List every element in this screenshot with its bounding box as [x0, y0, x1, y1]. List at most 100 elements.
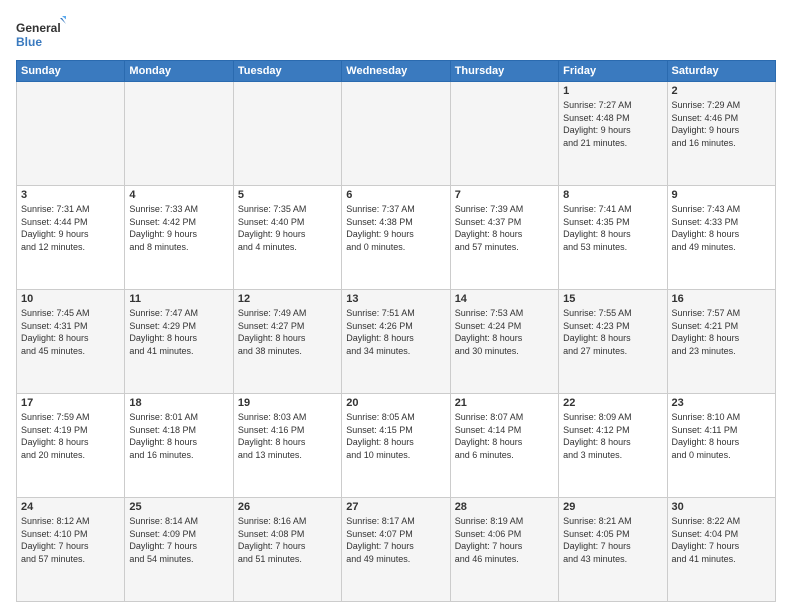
calendar-cell: 24 Sunrise: 8:12 AM Sunset: 4:10 PM Dayli…	[17, 498, 125, 602]
day-number: 8	[563, 189, 662, 201]
svg-text:Blue: Blue	[16, 35, 42, 49]
day-number: 30	[672, 501, 771, 513]
day-number: 4	[129, 189, 228, 201]
calendar-cell: 27Sunrise: 8:17 AM Sunset: 4:07 PM Dayli…	[342, 498, 450, 602]
svg-text:General: General	[16, 21, 61, 35]
calendar-cell: 17 Sunrise: 7:59 AM Sunset: 4:19 PM Dayli…	[17, 394, 125, 498]
day-number: 13	[346, 293, 445, 305]
weekday-header: Sunday	[17, 61, 125, 82]
day-info: Sunrise: 7:39 AM Sunset: 4:37 PM Dayligh…	[455, 203, 554, 253]
weekday-header: Friday	[559, 61, 667, 82]
day-info: Sunrise: 8:16 AM Sunset: 4:08 PM Dayligh…	[238, 515, 337, 565]
day-number: 25	[129, 501, 228, 513]
day-number: 26	[238, 501, 337, 513]
calendar-cell: 5 Sunrise: 7:35 AM Sunset: 4:40 PM Daylig…	[233, 186, 341, 290]
day-number: 9	[672, 189, 771, 201]
calendar-cell: 11 Sunrise: 7:47 AM Sunset: 4:29 PM Dayli…	[125, 290, 233, 394]
day-number: 18	[129, 397, 228, 409]
calendar-cell: 29 Sunrise: 8:21 AM Sunset: 4:05 PM Dayli…	[559, 498, 667, 602]
calendar-cell: 16 Sunrise: 7:57 AM Sunset: 4:21 PM Dayli…	[667, 290, 775, 394]
weekday-header: Wednesday	[342, 61, 450, 82]
day-info: Sunrise: 8:14 AM Sunset: 4:09 PM Dayligh…	[129, 515, 228, 565]
day-info: Sunrise: 8:07 AM Sunset: 4:14 PM Dayligh…	[455, 411, 554, 461]
day-info: Sunrise: 8:10 AM Sunset: 4:11 PM Dayligh…	[672, 411, 771, 461]
day-info: Sunrise: 7:59 AM Sunset: 4:19 PM Dayligh…	[21, 411, 120, 461]
day-number: 1	[563, 85, 662, 97]
logo: General Blue	[16, 16, 66, 54]
day-info: Sunrise: 8:09 AM Sunset: 4:12 PM Dayligh…	[563, 411, 662, 461]
day-info: Sunrise: 8:21 AM Sunset: 4:05 PM Dayligh…	[563, 515, 662, 565]
day-number: 16	[672, 293, 771, 305]
calendar-cell: 13Sunrise: 7:51 AM Sunset: 4:26 PM Dayli…	[342, 290, 450, 394]
day-number: 17	[21, 397, 120, 409]
calendar-cell: 28Sunrise: 8:19 AM Sunset: 4:06 PM Dayli…	[450, 498, 558, 602]
day-number: 6	[346, 189, 445, 201]
day-number: 15	[563, 293, 662, 305]
day-info: Sunrise: 7:47 AM Sunset: 4:29 PM Dayligh…	[129, 307, 228, 357]
day-number: 3	[21, 189, 120, 201]
calendar-cell: 6Sunrise: 7:37 AM Sunset: 4:38 PM Daylig…	[342, 186, 450, 290]
calendar-cell: 2Sunrise: 7:29 AM Sunset: 4:46 PM Daylig…	[667, 82, 775, 186]
calendar-week-row: 1 Sunrise: 7:27 AM Sunset: 4:48 PM Daylig…	[17, 82, 776, 186]
day-number: 22	[563, 397, 662, 409]
calendar-cell: 18 Sunrise: 8:01 AM Sunset: 4:18 PM Dayli…	[125, 394, 233, 498]
calendar-cell: 14 Sunrise: 7:53 AM Sunset: 4:24 PM Dayli…	[450, 290, 558, 394]
header: General Blue	[16, 16, 776, 54]
day-info: Sunrise: 7:43 AM Sunset: 4:33 PM Dayligh…	[672, 203, 771, 253]
weekday-header: Thursday	[450, 61, 558, 82]
day-info: Sunrise: 7:41 AM Sunset: 4:35 PM Dayligh…	[563, 203, 662, 253]
calendar-week-row: 24 Sunrise: 8:12 AM Sunset: 4:10 PM Dayli…	[17, 498, 776, 602]
day-info: Sunrise: 7:27 AM Sunset: 4:48 PM Dayligh…	[563, 99, 662, 149]
day-info: Sunrise: 8:22 AM Sunset: 4:04 PM Dayligh…	[672, 515, 771, 565]
calendar-header: SundayMondayTuesdayWednesdayThursdayFrid…	[17, 61, 776, 82]
calendar-cell	[233, 82, 341, 186]
calendar-week-row: 17 Sunrise: 7:59 AM Sunset: 4:19 PM Dayli…	[17, 394, 776, 498]
calendar-week-row: 3 Sunrise: 7:31 AM Sunset: 4:44 PM Daylig…	[17, 186, 776, 290]
weekday-header: Tuesday	[233, 61, 341, 82]
logo-svg: General Blue	[16, 16, 66, 54]
day-number: 24	[21, 501, 120, 513]
calendar-cell: 1 Sunrise: 7:27 AM Sunset: 4:48 PM Daylig…	[559, 82, 667, 186]
day-info: Sunrise: 8:12 AM Sunset: 4:10 PM Dayligh…	[21, 515, 120, 565]
day-number: 12	[238, 293, 337, 305]
day-info: Sunrise: 7:35 AM Sunset: 4:40 PM Dayligh…	[238, 203, 337, 253]
calendar-cell: 30 Sunrise: 8:22 AM Sunset: 4:04 PM Dayli…	[667, 498, 775, 602]
day-number: 10	[21, 293, 120, 305]
weekday-header: Monday	[125, 61, 233, 82]
day-info: Sunrise: 8:01 AM Sunset: 4:18 PM Dayligh…	[129, 411, 228, 461]
day-info: Sunrise: 7:33 AM Sunset: 4:42 PM Dayligh…	[129, 203, 228, 253]
day-number: 29	[563, 501, 662, 513]
calendar-cell: 15Sunrise: 7:55 AM Sunset: 4:23 PM Dayli…	[559, 290, 667, 394]
calendar-cell: 3 Sunrise: 7:31 AM Sunset: 4:44 PM Daylig…	[17, 186, 125, 290]
day-info: Sunrise: 8:19 AM Sunset: 4:06 PM Dayligh…	[455, 515, 554, 565]
calendar-cell: 9 Sunrise: 7:43 AM Sunset: 4:33 PM Daylig…	[667, 186, 775, 290]
day-number: 21	[455, 397, 554, 409]
day-info: Sunrise: 7:31 AM Sunset: 4:44 PM Dayligh…	[21, 203, 120, 253]
weekday-row: SundayMondayTuesdayWednesdayThursdayFrid…	[17, 61, 776, 82]
day-info: Sunrise: 8:03 AM Sunset: 4:16 PM Dayligh…	[238, 411, 337, 461]
weekday-header: Saturday	[667, 61, 775, 82]
day-number: 14	[455, 293, 554, 305]
day-info: Sunrise: 7:45 AM Sunset: 4:31 PM Dayligh…	[21, 307, 120, 357]
day-info: Sunrise: 7:57 AM Sunset: 4:21 PM Dayligh…	[672, 307, 771, 357]
day-number: 11	[129, 293, 228, 305]
calendar-cell	[342, 82, 450, 186]
day-number: 19	[238, 397, 337, 409]
page: General Blue SundayMondayTuesdayWednesda…	[0, 0, 792, 612]
calendar-cell: 12Sunrise: 7:49 AM Sunset: 4:27 PM Dayli…	[233, 290, 341, 394]
day-number: 20	[346, 397, 445, 409]
calendar-week-row: 10 Sunrise: 7:45 AM Sunset: 4:31 PM Dayli…	[17, 290, 776, 394]
calendar-cell	[17, 82, 125, 186]
day-number: 27	[346, 501, 445, 513]
calendar-body: 1 Sunrise: 7:27 AM Sunset: 4:48 PM Daylig…	[17, 82, 776, 602]
calendar-cell: 20 Sunrise: 8:05 AM Sunset: 4:15 PM Dayli…	[342, 394, 450, 498]
day-info: Sunrise: 7:29 AM Sunset: 4:46 PM Dayligh…	[672, 99, 771, 149]
calendar-cell: 23Sunrise: 8:10 AM Sunset: 4:11 PM Dayli…	[667, 394, 775, 498]
day-info: Sunrise: 7:53 AM Sunset: 4:24 PM Dayligh…	[455, 307, 554, 357]
calendar-cell	[450, 82, 558, 186]
calendar-cell: 19 Sunrise: 8:03 AM Sunset: 4:16 PM Dayli…	[233, 394, 341, 498]
calendar-cell: 7Sunrise: 7:39 AM Sunset: 4:37 PM Daylig…	[450, 186, 558, 290]
day-number: 5	[238, 189, 337, 201]
day-info: Sunrise: 8:05 AM Sunset: 4:15 PM Dayligh…	[346, 411, 445, 461]
calendar-cell: 4 Sunrise: 7:33 AM Sunset: 4:42 PM Daylig…	[125, 186, 233, 290]
